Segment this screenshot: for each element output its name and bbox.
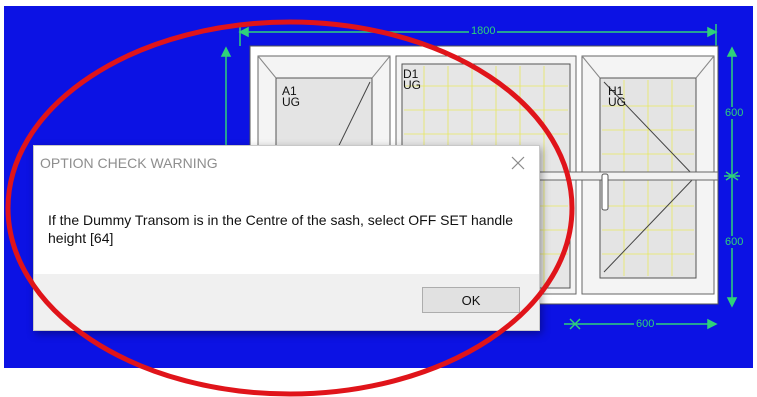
dimension-right-bottom-height: 600 bbox=[723, 236, 746, 248]
sash-label-left: A1 UG bbox=[282, 84, 300, 109]
close-icon[interactable] bbox=[505, 150, 531, 176]
dimension-overall-width: 1800 bbox=[469, 25, 498, 37]
dialog-title: OPTION CHECK WARNING bbox=[40, 155, 218, 171]
dialog-message: If the Dummy Transom is in the Centre of… bbox=[48, 212, 514, 246]
sash-label-middle: D1 UG bbox=[403, 67, 421, 92]
sash-label-right: H1 UG bbox=[608, 84, 626, 109]
dialog-footer: OK bbox=[34, 274, 539, 330]
sash-handle bbox=[601, 173, 609, 211]
dimension-right-top-height: 600 bbox=[723, 107, 746, 119]
dimension-bottom-width: 600 bbox=[634, 318, 657, 330]
ok-button[interactable]: OK bbox=[422, 287, 520, 313]
option-check-warning-dialog: OPTION CHECK WARNING If the Dummy Transo… bbox=[33, 145, 540, 331]
